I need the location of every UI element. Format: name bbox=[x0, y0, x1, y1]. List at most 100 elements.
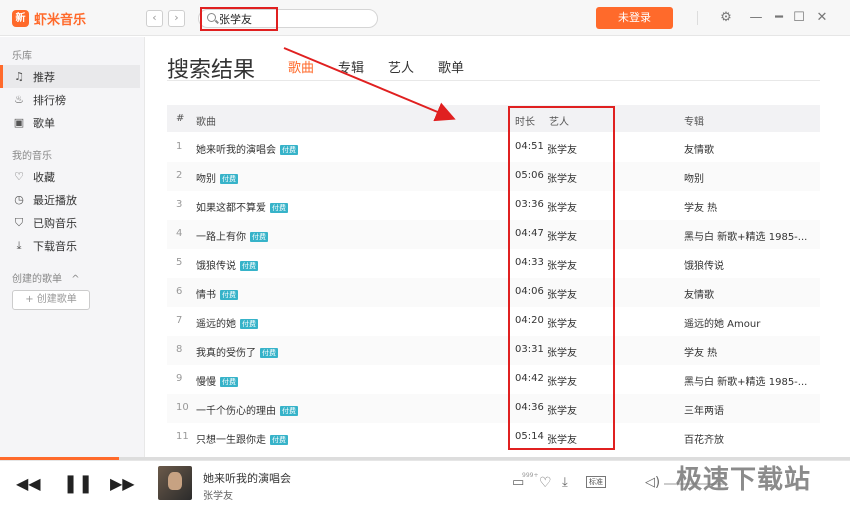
app-logo[interactable]: 新 虾米音乐 bbox=[12, 9, 86, 28]
paid-badge: 付费 bbox=[270, 203, 288, 213]
close-icon[interactable]: ✕ bbox=[813, 9, 831, 27]
table-header: # 歌曲 时长 艺人 专辑 bbox=[167, 105, 820, 132]
tab-artists[interactable]: 艺人 bbox=[388, 57, 414, 76]
table-row[interactable]: 2 吻别 付费 05:06 张学友 吻别 bbox=[167, 162, 820, 191]
quality-badge[interactable]: 标准 bbox=[586, 476, 606, 488]
song-title[interactable]: 饿狼传说 bbox=[196, 261, 236, 272]
tab-playlists[interactable]: 歌单 bbox=[438, 57, 464, 76]
forward-button[interactable]: › bbox=[168, 10, 185, 27]
table-row[interactable]: 8 我真的受伤了 付费 03:31 张学友 学友 热 bbox=[167, 336, 820, 365]
sidebar-item-playlists[interactable]: ▣ 歌单 bbox=[0, 111, 140, 134]
heart-icon[interactable]: ♡ bbox=[539, 475, 552, 491]
heart-icon: ♡ bbox=[14, 170, 24, 183]
row-number: 5 bbox=[176, 257, 183, 268]
song-album[interactable]: 饿狼传说 bbox=[684, 257, 724, 272]
row-number: 9 bbox=[176, 373, 183, 384]
flame-icon: ♨ bbox=[14, 93, 24, 106]
song-title[interactable]: 一路上有你 bbox=[196, 232, 246, 243]
song-title[interactable]: 慢慢 bbox=[196, 377, 216, 388]
sidebar-item-purchased[interactable]: ⛉ 已购音乐 bbox=[0, 211, 140, 234]
sidebar-item-charts[interactable]: ♨ 排行榜 bbox=[0, 88, 140, 111]
mini-mode-icon[interactable]: ━ bbox=[770, 9, 788, 27]
song-album[interactable]: 吻别 bbox=[684, 170, 704, 185]
song-title[interactable]: 她来听我的演唱会 bbox=[196, 145, 276, 156]
maximize-icon[interactable]: ☐ bbox=[790, 9, 808, 27]
comment-count-badge: 999+ bbox=[522, 472, 539, 479]
song-album[interactable]: 三年两语 bbox=[684, 402, 724, 417]
back-button[interactable]: ‹ bbox=[146, 10, 163, 27]
table-row[interactable]: 11 只想一生跟你走 付费 05:14 张学友 百花齐放 bbox=[167, 423, 820, 452]
divider bbox=[167, 80, 820, 81]
search-annotation-box bbox=[200, 7, 278, 31]
column-header-album[interactable]: 专辑 bbox=[684, 113, 704, 128]
song-album[interactable]: 遥远的她 Amour bbox=[684, 315, 760, 330]
song-title-cell[interactable]: 如果这都不算爱 付费 bbox=[196, 199, 288, 214]
now-playing-artist[interactable]: 张学友 bbox=[203, 487, 233, 502]
minimize-icon[interactable]: — bbox=[747, 9, 765, 27]
sidebar-item-favorites[interactable]: ♡ 收藏 bbox=[0, 165, 140, 188]
song-title-cell[interactable]: 情书 付费 bbox=[196, 286, 238, 301]
chevron-up-icon[interactable]: ^ bbox=[71, 274, 79, 285]
song-album[interactable]: 黑与白 新歌+精选 1985-... bbox=[684, 373, 807, 388]
table-row[interactable]: 6 情书 付费 04:06 张学友 友情歌 bbox=[167, 278, 820, 307]
paid-badge: 付费 bbox=[240, 319, 258, 329]
sidebar-section-library: 乐库 bbox=[12, 51, 32, 62]
row-number: 7 bbox=[176, 315, 183, 326]
settings-gear-icon[interactable]: ⚙ bbox=[717, 9, 735, 27]
column-header-num: # bbox=[176, 113, 185, 124]
table-row[interactable]: 10 一千个伤心的理由 付费 04:36 张学友 三年两语 bbox=[167, 394, 820, 423]
volume-icon[interactable]: ◁) bbox=[645, 475, 660, 490]
song-album[interactable]: 友情歌 bbox=[684, 286, 714, 301]
song-album[interactable]: 学友 热 bbox=[684, 199, 717, 214]
song-album[interactable]: 学友 热 bbox=[684, 344, 717, 359]
song-title[interactable]: 遥远的她 bbox=[196, 319, 236, 330]
song-album[interactable]: 友情歌 bbox=[684, 141, 714, 156]
sidebar-section-created: 创建的歌单 ^ bbox=[12, 270, 80, 285]
row-number: 2 bbox=[176, 170, 183, 181]
song-title[interactable]: 情书 bbox=[196, 290, 216, 301]
sidebar-item-recent[interactable]: ◷ 最近播放 bbox=[0, 188, 140, 211]
paid-badge: 付费 bbox=[270, 435, 288, 445]
tab-albums[interactable]: 专辑 bbox=[338, 57, 364, 76]
song-album[interactable]: 黑与白 新歌+精选 1985-... bbox=[684, 228, 807, 243]
table-row[interactable]: 4 一路上有你 付费 04:47 张学友 黑与白 新歌+精选 1985-... bbox=[167, 220, 820, 249]
song-title-cell[interactable]: 一路上有你 付费 bbox=[196, 228, 268, 243]
tab-songs[interactable]: 歌曲 bbox=[288, 57, 314, 76]
song-title[interactable]: 吻别 bbox=[196, 174, 216, 185]
table-row[interactable]: 5 饿狼传说 付费 04:33 张学友 饿狼传说 bbox=[167, 249, 820, 278]
song-title[interactable]: 我真的受伤了 bbox=[196, 348, 256, 359]
pause-icon[interactable]: ❚❚ bbox=[63, 474, 93, 494]
sidebar: 乐库 ♫ 推荐 ♨ 排行榜 ▣ 歌单 我的音乐 ♡ 收藏 ◷ 最近播放 ⛉ 已购… bbox=[0, 37, 145, 457]
create-playlist-button[interactable]: + 创建歌单 bbox=[12, 290, 90, 310]
now-playing-title[interactable]: 她来听我的演唱会 bbox=[203, 470, 291, 486]
download-icon[interactable]: ⤓ bbox=[562, 475, 568, 490]
row-number: 1 bbox=[176, 141, 183, 152]
album-cover[interactable] bbox=[158, 466, 192, 500]
search-results-panel: 搜索结果 歌曲 专辑 艺人 歌单 # 歌曲 时长 艺人 专辑 1 她来听我的演唱会… bbox=[146, 37, 850, 457]
song-title-cell[interactable]: 只想一生跟你走 付费 bbox=[196, 431, 288, 446]
sidebar-item-recommend[interactable]: ♫ 推荐 bbox=[0, 65, 140, 88]
song-title-cell[interactable]: 吻别 付费 bbox=[196, 170, 238, 185]
song-album[interactable]: 百花齐放 bbox=[684, 431, 724, 446]
song-title-cell[interactable]: 饿狼传说 付费 bbox=[196, 257, 258, 272]
paid-badge: 付费 bbox=[220, 174, 238, 184]
table-row[interactable]: 9 慢慢 付费 04:42 张学友 黑与白 新歌+精选 1985-... bbox=[167, 365, 820, 394]
login-button[interactable]: 未登录 bbox=[596, 7, 673, 29]
next-icon[interactable]: ▶▶ bbox=[110, 474, 135, 494]
song-title-cell[interactable]: 遥远的她 付费 bbox=[196, 315, 258, 330]
song-title[interactable]: 只想一生跟你走 bbox=[196, 435, 266, 446]
column-header-song[interactable]: 歌曲 bbox=[196, 113, 216, 128]
song-title-cell[interactable]: 我真的受伤了 付费 bbox=[196, 344, 278, 359]
previous-icon[interactable]: ◀◀ bbox=[16, 474, 41, 494]
song-title-cell[interactable]: 慢慢 付费 bbox=[196, 373, 238, 388]
table-row[interactable]: 1 她来听我的演唱会 付费 04:51 张学友 友情歌 bbox=[167, 133, 820, 162]
sidebar-section-label: 创建的歌单 bbox=[12, 274, 62, 285]
song-title-cell[interactable]: 她来听我的演唱会 付费 bbox=[196, 141, 298, 156]
sidebar-item-downloads[interactable]: ⤓ 下载音乐 bbox=[0, 234, 140, 257]
table-row[interactable]: 7 遥远的她 付费 04:20 张学友 遥远的她 Amour bbox=[167, 307, 820, 336]
song-title-cell[interactable]: 一千个伤心的理由 付费 bbox=[196, 402, 298, 417]
song-title[interactable]: 一千个伤心的理由 bbox=[196, 406, 276, 417]
row-number: 3 bbox=[176, 199, 183, 210]
table-row[interactable]: 3 如果这都不算爱 付费 03:36 张学友 学友 热 bbox=[167, 191, 820, 220]
song-title[interactable]: 如果这都不算爱 bbox=[196, 203, 266, 214]
